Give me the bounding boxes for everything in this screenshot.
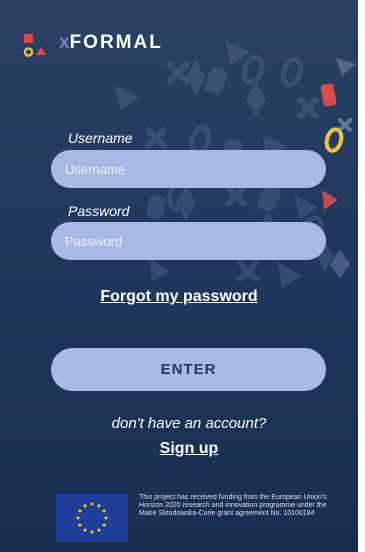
- forgot-password-link[interactable]: Forgot my password: [0, 288, 358, 306]
- username-input[interactable]: [51, 150, 326, 188]
- signup-link[interactable]: Sign up: [0, 440, 358, 458]
- no-account-text: don't have an account?: [111, 415, 267, 432]
- screen-edge: [358, 0, 365, 552]
- eu-flag-icon: [56, 494, 128, 542]
- enter-button[interactable]: ENTER: [51, 348, 326, 391]
- username-label: Username: [68, 130, 133, 146]
- logo-x: x: [59, 32, 70, 53]
- password-label: Password: [68, 203, 130, 219]
- logo-shapes-icon: [23, 34, 46, 57]
- logo-name: FORMAL: [69, 32, 163, 53]
- password-input[interactable]: [51, 222, 326, 260]
- app-logo: xFORMAL: [22, 17, 202, 57]
- decorative-shapes-pattern: [100, 40, 356, 288]
- logo-wordmark: xFORMAL: [59, 32, 163, 54]
- app-screen: xFORMAL Username Password Forgot my pass…: [0, 0, 358, 552]
- funding-statement: This project has received funding from t…: [139, 494, 327, 518]
